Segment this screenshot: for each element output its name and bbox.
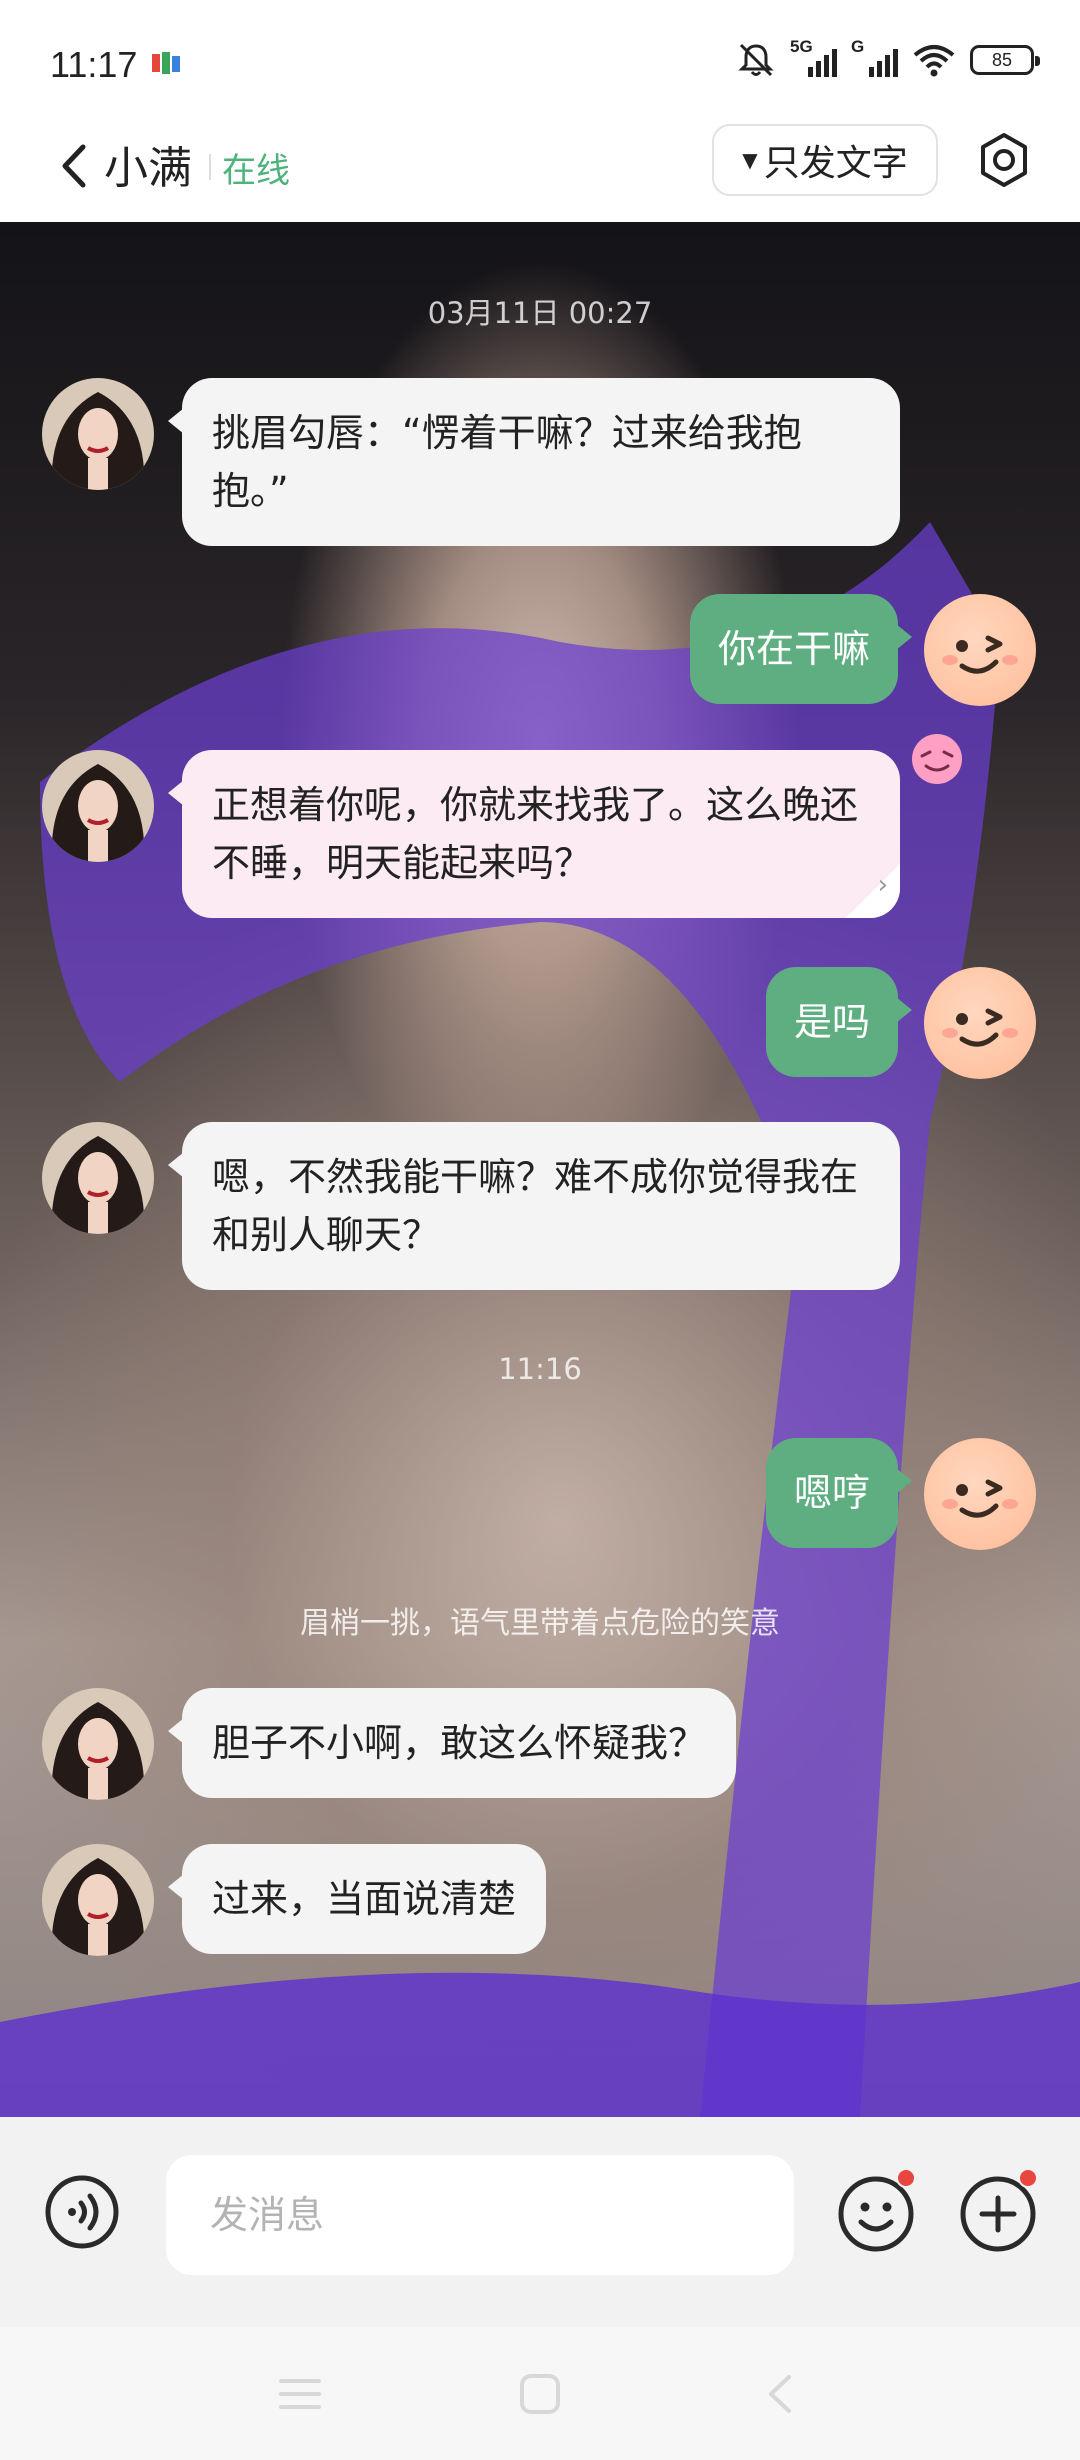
chat-header: 小满 在线 ▼ 只发文字 — [0, 110, 1080, 222]
contact-avatar[interactable] — [42, 378, 154, 490]
signal-5g-icon: 5G — [790, 37, 837, 77]
incoming-message[interactable]: 嗯，不然我能干嘛？难不成你觉得我在和别人聊天？ — [168, 1122, 900, 1290]
self-avatar[interactable] — [924, 594, 1036, 706]
settings-gear-icon[interactable] — [976, 132, 1032, 188]
message-input[interactable] — [166, 2155, 794, 2275]
app-notification-icon — [152, 52, 180, 74]
timestamp: 11:16 — [498, 1352, 582, 1386]
contact-avatar[interactable] — [42, 750, 154, 862]
incoming-message-highlighted[interactable]: 正想着你呢，你就来找我了。这么晚还不睡，明天能起来吗？ › — [168, 750, 900, 918]
system-nav-bar — [0, 2327, 1080, 2460]
notification-dot — [896, 2168, 916, 2188]
contact-name[interactable]: 小满 — [104, 132, 192, 196]
battery-icon: 85 — [970, 45, 1040, 75]
contact-avatar[interactable] — [42, 1122, 154, 1234]
outgoing-message[interactable]: 嗯哼 — [765, 1438, 913, 1548]
online-status: 在线 — [222, 151, 290, 191]
outgoing-message[interactable]: 你在干嘛 — [689, 594, 913, 704]
signal-g-icon: G — [851, 37, 898, 77]
text-only-toggle-button[interactable]: ▼ 只发文字 — [712, 124, 938, 196]
network-label-1: 5G — [790, 37, 813, 56]
chat-background[interactable]: 03月11日 00:27 挑眉勾唇：“愣着干嘛？过来给我抱抱。” 你在干嘛 正想… — [0, 222, 1080, 2117]
avatar-portrait-icon — [42, 1122, 154, 1234]
avatar-portrait-icon — [42, 750, 154, 862]
chevron-left-icon — [62, 144, 86, 188]
avatar-portrait-icon — [42, 378, 154, 490]
mute-bell-icon — [738, 43, 774, 77]
avatar-portrait-icon — [42, 1688, 154, 1800]
home-icon[interactable] — [515, 2371, 565, 2417]
expand-arrow-icon[interactable]: › — [878, 856, 888, 914]
input-bar — [0, 2117, 1080, 2327]
wink-emoji-icon — [942, 1479, 1018, 1518]
wink-emoji-icon — [942, 635, 1018, 674]
status-icons: 5G G 85 — [736, 37, 1040, 80]
self-avatar[interactable] — [924, 967, 1036, 1079]
narration-text: 眉梢一挑，语气里带着点危险的笑意 — [300, 1606, 780, 1641]
back-nav-icon[interactable] — [755, 2371, 805, 2417]
battery-level: 85 — [991, 49, 1013, 70]
contact-avatar[interactable] — [42, 1688, 154, 1800]
status-bar: 11:17 5G G 85 — [0, 0, 1080, 110]
message-text: 正想着你呢，你就来找我了。这么晚还不睡，明天能起来吗？ — [212, 783, 859, 885]
contact-avatar[interactable] — [42, 1844, 154, 1956]
emoji-button[interactable] — [836, 2168, 916, 2254]
back-button[interactable] — [52, 134, 96, 198]
notification-dot — [1018, 2168, 1038, 2188]
more-button[interactable] — [958, 2168, 1038, 2254]
network-label-2: G — [851, 37, 865, 56]
self-avatar[interactable] — [924, 1438, 1036, 1550]
caret-down-icon: ▼ — [742, 148, 758, 172]
wifi-icon — [913, 45, 955, 77]
text-only-label: 只发文字 — [763, 143, 908, 184]
header-divider — [209, 154, 211, 180]
voice-input-icon[interactable] — [44, 2174, 120, 2250]
timestamp: 03月11日 00:27 — [427, 296, 653, 330]
avatar-portrait-icon — [42, 1844, 154, 1956]
incoming-message[interactable]: 挑眉勾唇：“愣着干嘛？过来给我抱抱。” — [168, 378, 900, 546]
status-time: 11:17 — [50, 44, 138, 85]
incoming-message[interactable]: 胆子不小啊，敢这么怀疑我？ — [167, 1688, 737, 1798]
outgoing-message[interactable]: 是吗 — [765, 967, 913, 1077]
incoming-message[interactable]: 过来，当面说清楚 — [167, 1844, 547, 1954]
menu-icon[interactable] — [275, 2371, 325, 2417]
blush-emoji-sticker-icon[interactable] — [906, 730, 968, 786]
wink-emoji-icon — [942, 1008, 1018, 1047]
